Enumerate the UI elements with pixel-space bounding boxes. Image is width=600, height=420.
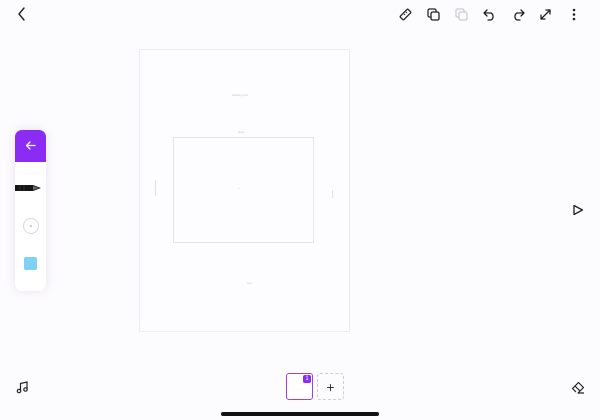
more-vertical-icon[interactable] xyxy=(566,7,581,22)
circle-tool[interactable] xyxy=(23,218,39,234)
music-note-icon[interactable] xyxy=(15,380,30,395)
undo-icon[interactable] xyxy=(482,7,497,22)
tools-panel xyxy=(15,130,46,291)
tools-back-button[interactable] xyxy=(15,130,46,162)
eraser-icon[interactable] xyxy=(570,380,585,395)
canvas-heading-text: heading text xyxy=(232,93,249,97)
pen-icon xyxy=(15,182,43,199)
layers-icon[interactable] xyxy=(454,7,469,22)
ruler-icon[interactable] xyxy=(398,7,413,22)
canvas-inner-rectangle xyxy=(173,137,314,243)
expand-icon[interactable] xyxy=(538,7,553,22)
pen-tool[interactable] xyxy=(15,181,46,195)
page-number-badge: 1 xyxy=(303,375,311,383)
arrow-left-icon xyxy=(25,137,36,155)
add-page-button[interactable]: + xyxy=(317,373,344,400)
back-icon[interactable] xyxy=(15,7,29,21)
canvas-right-tick xyxy=(332,190,333,198)
redo-icon[interactable] xyxy=(510,7,525,22)
play-icon[interactable] xyxy=(571,203,585,217)
canvas-left-tick xyxy=(155,180,156,196)
canvas-bottom-marker: text xyxy=(247,281,252,285)
page-thumbnail[interactable]: 1 xyxy=(286,373,313,400)
canvas-center-marker: + xyxy=(238,186,240,190)
home-indicator xyxy=(221,412,379,416)
color-swatch[interactable] xyxy=(24,257,37,270)
duplicate-icon[interactable] xyxy=(426,7,441,22)
canvas-inner-label: label xyxy=(238,130,245,134)
